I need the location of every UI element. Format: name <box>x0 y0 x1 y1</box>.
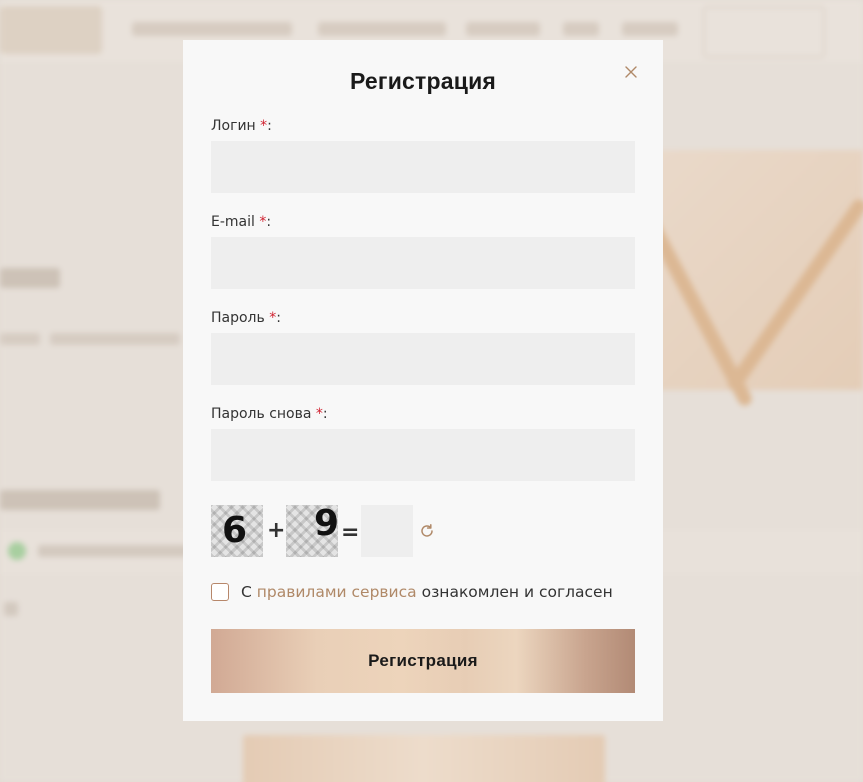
password-input[interactable] <box>211 333 635 385</box>
captcha-digit-1: 6 <box>222 510 248 551</box>
agreement-checkbox[interactable] <box>211 583 229 601</box>
background-status-dot <box>8 542 26 560</box>
label-colon: : <box>267 118 272 134</box>
modal-title: Регистрация <box>349 68 497 94</box>
background-nav-item <box>563 22 599 36</box>
close-icon[interactable] <box>623 64 639 80</box>
background-text <box>50 333 180 345</box>
password-confirm-label: Пароль снова *: <box>211 406 328 422</box>
background-nav-item <box>622 22 678 36</box>
captcha-digit-image: 9 <box>286 503 340 557</box>
password-confirm-label-text: Пароль снова <box>211 406 312 422</box>
label-colon: : <box>322 406 328 422</box>
captcha-digit-2: 9 <box>314 503 340 544</box>
login-label: Логин *: <box>211 118 272 134</box>
agreement-suffix: ознакомлен и согласен <box>416 583 613 601</box>
agreement-row: С правилами сервиса ознакомлен и согласе… <box>211 583 613 601</box>
login-input[interactable] <box>211 141 635 193</box>
captcha-digit-image: 6 <box>211 505 263 557</box>
captcha-plus: + <box>267 518 286 543</box>
background-nav-item <box>318 22 446 36</box>
captcha-answer-input[interactable] <box>361 505 413 557</box>
background-nav-item <box>132 22 292 36</box>
background-text <box>38 545 188 557</box>
register-button[interactable]: Регистрация <box>211 629 635 693</box>
service-rules-link[interactable]: правилами сервиса <box>257 583 417 601</box>
required-mark: * <box>315 406 323 422</box>
background-logo <box>0 6 102 54</box>
refresh-icon[interactable] <box>419 523 435 539</box>
background-text <box>0 333 40 345</box>
email-label-text: E-mail <box>211 214 255 230</box>
agreement-text: С правилами сервиса ознакомлен и согласе… <box>241 583 613 601</box>
agreement-prefix: С <box>241 583 257 601</box>
label-colon: : <box>276 310 281 326</box>
background-nav-item <box>466 22 540 36</box>
login-label-text: Логин <box>211 118 256 134</box>
background-checkbox <box>4 602 18 616</box>
password-label: Пароль *: <box>211 310 281 326</box>
password-confirm-input[interactable] <box>211 429 635 481</box>
email-label: E-mail *: <box>211 214 271 230</box>
label-colon: : <box>266 214 272 230</box>
background-heading <box>0 490 160 510</box>
email-input[interactable] <box>211 237 635 289</box>
background-heading <box>0 268 60 288</box>
background-header-button <box>703 6 825 58</box>
password-label-text: Пароль <box>211 310 265 326</box>
background-button <box>243 735 605 782</box>
captcha-equals: = <box>341 520 360 545</box>
registration-modal: Регистрация Логин *: E-mail *: Пароль *:… <box>183 40 663 721</box>
